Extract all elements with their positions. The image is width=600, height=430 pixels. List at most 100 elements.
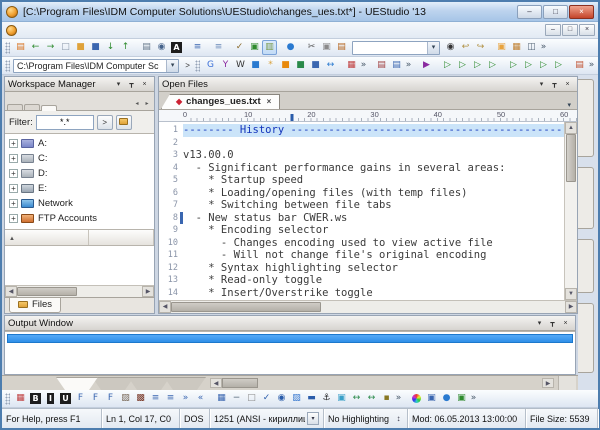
status-line-ending[interactable]: DOS xyxy=(180,409,210,428)
column-date-modified[interactable] xyxy=(89,230,154,245)
underline-icon[interactable]: U xyxy=(58,391,73,406)
mdi-close-button[interactable]: × xyxy=(579,24,595,36)
convert-unix-icon[interactable]: ▷ xyxy=(455,58,470,73)
window-list-icon[interactable]: ▣ xyxy=(494,40,509,55)
function-list-icon[interactable]: ≡ xyxy=(190,40,205,55)
scroll-thumb[interactable] xyxy=(222,378,258,388)
output-first-tab-button[interactable] xyxy=(4,376,17,390)
publish-icon[interactable]: ● xyxy=(439,391,454,406)
side-tab-script-list[interactable] xyxy=(578,239,594,293)
scroll-thumb[interactable] xyxy=(171,302,321,312)
encoding-dropdown-icon[interactable]: ▾ xyxy=(307,412,319,425)
window-find-icon[interactable]: ◫ xyxy=(524,40,539,55)
workspace-pin-button[interactable]: ┳ xyxy=(125,78,138,90)
scroll-right-icon[interactable]: ▶ xyxy=(542,378,554,388)
spell-check-icon[interactable]: ✓ xyxy=(232,40,247,55)
scroll-up-icon[interactable]: ▲ xyxy=(565,122,577,134)
font-icon[interactable]: A xyxy=(169,40,184,55)
output-tab-3[interactable] xyxy=(128,377,170,390)
editor-line[interactable]: 4 - Significant performance gains in sev… xyxy=(159,162,577,175)
tree-item-drive-c[interactable]: C: xyxy=(9,151,154,166)
expand-icon[interactable] xyxy=(9,199,18,208)
php-manual-icon[interactable]: ■ xyxy=(278,58,293,73)
find-combobox[interactable]: ▾ xyxy=(352,41,440,55)
overflow-convert-icon[interactable]: » xyxy=(587,58,596,73)
convert-oem-icon[interactable]: ▷ xyxy=(506,58,521,73)
perl-docs-icon[interactable]: ■ xyxy=(293,58,308,73)
convert-unicode-icon[interactable]: ▷ xyxy=(521,58,536,73)
web-browser-icon[interactable]: ● xyxy=(283,40,298,55)
expand-icon[interactable] xyxy=(9,154,18,163)
title-bar[interactable]: [C:\Program Files\IDM Computer Solutions… xyxy=(2,2,598,22)
minimize-button[interactable]: – xyxy=(517,5,542,19)
editor-line[interactable]: 14 * Insert/Overstrike toggle xyxy=(159,287,577,300)
address-combobox[interactable]: C:\Program Files\IDM Computer Sc ▾ xyxy=(13,59,179,73)
convert-mac-icon[interactable]: ▷ xyxy=(470,58,485,73)
editor-line[interactable]: 9 * Encoding selector xyxy=(159,224,577,237)
compress-icon[interactable]: ▤ xyxy=(374,58,389,73)
editor-line[interactable]: 6 * Loading/opening files (with temp fil… xyxy=(159,187,577,200)
scroll-left-icon[interactable]: ◀ xyxy=(5,286,17,297)
output-prev-tab-button[interactable] xyxy=(17,376,30,390)
copy-icon[interactable]: ▣ xyxy=(319,40,334,55)
tree-item-drive-d[interactable]: D: xyxy=(9,166,154,181)
status-encoding[interactable]: 1251 (ANSI - кириллица) ▾ xyxy=(210,409,324,428)
checkbox-icon[interactable]: ✓ xyxy=(259,391,274,406)
eol-convert-icon[interactable]: ▤ xyxy=(572,58,587,73)
convert-ascii-icon[interactable]: ▷ xyxy=(551,58,566,73)
close-button[interactable]: × xyxy=(569,5,594,19)
print-icon[interactable]: ▤ xyxy=(139,40,154,55)
menu-help[interactable] xyxy=(105,28,111,32)
expand-icon[interactable] xyxy=(9,214,18,223)
palette-icon[interactable]: ▦ xyxy=(344,58,359,73)
find-combo-dropdown-icon[interactable]: ▾ xyxy=(427,42,439,54)
output-content[interactable] xyxy=(5,331,575,374)
cut-icon[interactable]: ✂ xyxy=(304,40,319,55)
font-face-icon[interactable]: F xyxy=(73,391,88,406)
column-name[interactable] xyxy=(5,230,89,245)
ftp-upload-icon[interactable]: ↑ xyxy=(118,40,133,55)
ruler-toggle-icon[interactable]: ▥ xyxy=(262,40,277,55)
address-dropdown-icon[interactable]: ▾ xyxy=(166,60,178,72)
editor-line[interactable]: 5 * Startup speed xyxy=(159,174,577,187)
side-tab-xml-manager[interactable] xyxy=(578,303,594,373)
bold-icon[interactable]: B xyxy=(28,391,43,406)
scroll-right-icon[interactable]: ▶ xyxy=(142,286,154,297)
overflow-html-icon[interactable]: » xyxy=(394,391,403,406)
build-exe-icon[interactable]: ▤ xyxy=(389,58,404,73)
outdent-icon[interactable]: « xyxy=(193,391,208,406)
editor-line[interactable]: 12 * Syntax highlighting selector xyxy=(159,262,577,275)
horizontal-rule-icon[interactable]: − xyxy=(229,391,244,406)
scroll-right-icon[interactable]: ▶ xyxy=(565,301,577,313)
toolbar-overflow-icon[interactable]: » xyxy=(539,40,548,55)
editor-line[interactable]: 1-------- History ----------------------… xyxy=(159,124,577,137)
status-highlighting[interactable]: No Highlighting ↕ xyxy=(324,409,408,428)
openfiles-close-button[interactable]: × xyxy=(561,78,574,90)
convert-utf8-icon[interactable]: ▷ xyxy=(536,58,551,73)
table-icon[interactable]: ▦ xyxy=(509,40,524,55)
expand-icon[interactable] xyxy=(9,139,18,148)
font-color-icon[interactable]: F xyxy=(103,391,118,406)
output-dropdown-button[interactable]: ▾ xyxy=(533,317,546,329)
sort-icon[interactable]: ≡ xyxy=(211,40,226,55)
side-tab-function-list[interactable] xyxy=(578,167,594,229)
indent-icon[interactable]: » xyxy=(178,391,193,406)
tree-item-network[interactable]: Network xyxy=(9,196,154,211)
overflow-html2-icon[interactable]: » xyxy=(469,391,478,406)
output-close-button[interactable]: × xyxy=(559,317,572,329)
find-in-files-icon[interactable]: ◉ xyxy=(154,40,169,55)
wizard-icon[interactable]: * xyxy=(263,58,278,73)
editor-line[interactable]: 10 - Changes encoding used to view activ… xyxy=(159,237,577,250)
toolbar-grip[interactable] xyxy=(5,42,10,54)
copy-html-icon[interactable]: ▣ xyxy=(424,391,439,406)
highlighting-spinner-icon[interactable]: ↕ xyxy=(394,414,403,423)
scroll-down-icon[interactable]: ▼ xyxy=(565,288,577,300)
file-tab-list-dropdown[interactable]: ▾ xyxy=(563,101,575,109)
save-file-icon[interactable]: ■ xyxy=(88,40,103,55)
tree-item-drive-e[interactable]: E: xyxy=(9,181,154,196)
unordered-list-icon[interactable]: ≡ xyxy=(163,391,178,406)
tab-project[interactable] xyxy=(7,104,23,110)
convert-dos-icon[interactable]: ▷ xyxy=(440,58,455,73)
paste-icon[interactable]: ▤ xyxy=(334,40,349,55)
filter-input[interactable] xyxy=(36,115,94,130)
